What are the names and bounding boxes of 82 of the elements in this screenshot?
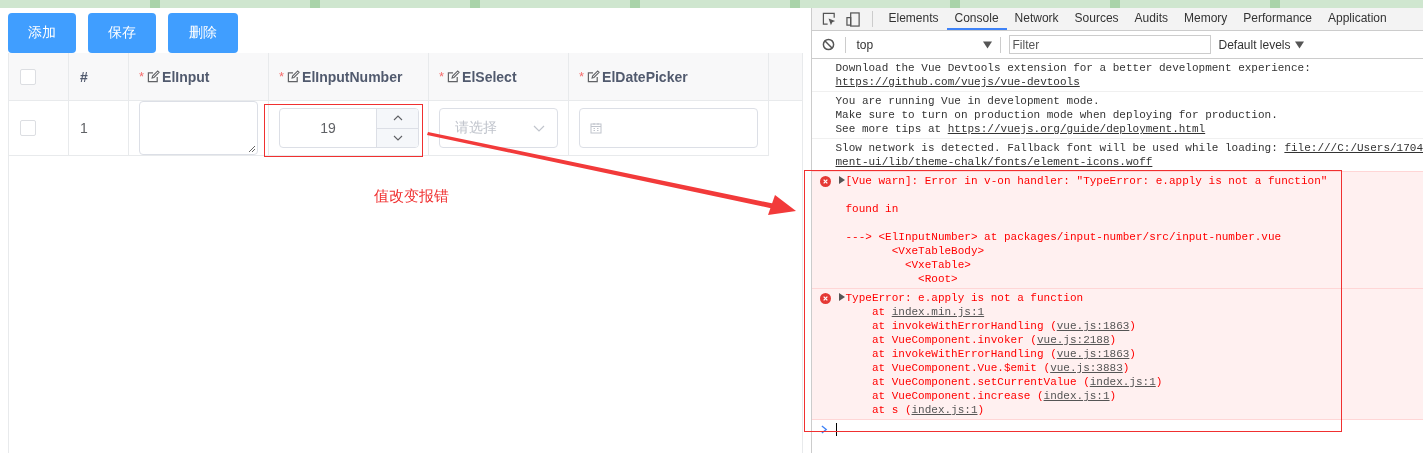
devtools-tab[interactable]: Audits: [1126, 8, 1176, 30]
console-link[interactable]: vue.js:3883: [1050, 362, 1123, 374]
inspect-icon[interactable]: [821, 11, 837, 27]
console-text: <Root>: [917, 273, 958, 285]
console-link[interactable]: index.js:1: [1089, 376, 1156, 388]
date-field[interactable]: [579, 108, 758, 148]
row-number: 1: [80, 120, 88, 136]
console-link[interactable]: vue.js:2188: [1036, 334, 1110, 346]
console-text: at VueComponent.increase (: [870, 390, 1044, 402]
required-mark: *: [139, 69, 145, 84]
devtools-tab[interactable]: Network: [1006, 8, 1067, 30]
console-link[interactable]: index.js:1: [911, 404, 978, 416]
required-mark: *: [439, 69, 445, 84]
error-icon: [819, 293, 831, 304]
console-text: ): [1129, 348, 1136, 360]
devtools-tab[interactable]: Performance: [1235, 8, 1320, 30]
console-link[interactable]: https://vuejs.org/guide/deployment.html: [947, 123, 1206, 135]
annotation-text: 值改变报错: [374, 187, 449, 204]
console-text: <VxeTable>: [903, 259, 971, 271]
column-header: ElInput: [162, 68, 210, 85]
select-all-checkbox[interactable]: [20, 68, 36, 85]
devtools-tab[interactable]: Application: [1320, 8, 1395, 30]
caret-icon: [1294, 40, 1304, 49]
filter-field[interactable]: Filter: [1008, 35, 1211, 54]
calendar-icon: [590, 122, 602, 134]
console-text: ): [1109, 334, 1117, 346]
console-text: ): [1109, 390, 1117, 402]
console-text: ): [977, 404, 985, 416]
devtools-tab[interactable]: Console: [946, 8, 1007, 30]
console-text: ): [1122, 362, 1130, 374]
edit-icon: [287, 70, 301, 83]
console-text: ): [1129, 320, 1136, 332]
console-link[interactable]: vue.js:1863: [1056, 320, 1130, 332]
required-mark: *: [279, 69, 285, 84]
context-dropdown[interactable]: top: [853, 37, 998, 52]
row-checkbox[interactable]: [20, 120, 36, 136]
console-text: Download the Vue Devtools extension for a better development experience:: [835, 62, 1311, 74]
console-text: ---> <ElInputNumber> at packages/input-number/src/input-number.vue: [845, 231, 1282, 243]
console-link[interactable]: index.min.js:1: [891, 306, 985, 318]
console-text: ): [1155, 376, 1163, 388]
column-header: #: [80, 68, 88, 85]
edit-icon: [147, 70, 161, 83]
console-link[interactable]: index.js:1: [1043, 390, 1110, 402]
column-header: ElDatePicker: [602, 68, 688, 85]
console-text: Slow network is detected. Fallback font will be used while loading:: [835, 142, 1279, 154]
console-text: at VueComponent.Vue.$emit (: [870, 362, 1051, 374]
devtools-tab[interactable]: Memory: [1175, 8, 1236, 30]
console-text: at s (: [870, 404, 912, 416]
chevron-icon: [533, 124, 545, 132]
prompt-icon: [820, 425, 828, 434]
console-text: at VueComponent.invoker (: [870, 334, 1037, 346]
console-text: at VueComponent.setCurrentValue (: [870, 376, 1090, 388]
console-text: at: [870, 306, 887, 318]
required-mark: *: [579, 69, 585, 84]
caret-icon: [982, 40, 992, 49]
column-header: ElInputNumber: [302, 68, 403, 85]
column-header: ElSelect: [462, 68, 517, 85]
console-link[interactable]: file:///C:/Users/1704: [1284, 142, 1423, 154]
resize-grip-icon[interactable]: [248, 145, 256, 153]
clear-icon[interactable]: [821, 38, 835, 51]
console-text: at invokeWithErrorHandling (: [870, 320, 1057, 332]
expand-icon[interactable]: [837, 293, 846, 301]
console-text: [Vue warn]: Error in v-on handler: "TypeError: e.apply is not a function": [845, 175, 1328, 187]
edit-icon: [587, 70, 601, 83]
edit-icon: [447, 70, 461, 83]
console-text: at invokeWithErrorHandling (: [870, 348, 1057, 360]
console-text: You are running Vue in development mode.: [835, 95, 1100, 107]
console-text: See more tips at: [835, 123, 943, 135]
expand-icon[interactable]: [837, 176, 846, 184]
error-icon: [819, 176, 831, 187]
console-link[interactable]: https://github.com/vuejs/vue-devtools: [835, 76, 1080, 88]
levels-dropdown[interactable]: Default levels: [1218, 37, 1304, 52]
console-text: found in: [845, 203, 899, 215]
devtools-tab[interactable]: Sources: [1066, 8, 1127, 30]
console-link[interactable]: ment-ui/lib/theme-chalk/fonts/element-icons.woff: [835, 156, 1153, 168]
device-icon[interactable]: [845, 11, 861, 27]
console-text: TypeError: e.apply is not a function: [845, 292, 1084, 304]
console-text: Make sure to turn on production mode when deploying for production.: [835, 109, 1278, 121]
text-cursor: [835, 423, 837, 436]
console-link[interactable]: vue.js:1863: [1056, 348, 1130, 360]
console-text: <VxeTableBody>: [890, 245, 985, 257]
devtools-tab[interactable]: Elements: [880, 8, 947, 30]
